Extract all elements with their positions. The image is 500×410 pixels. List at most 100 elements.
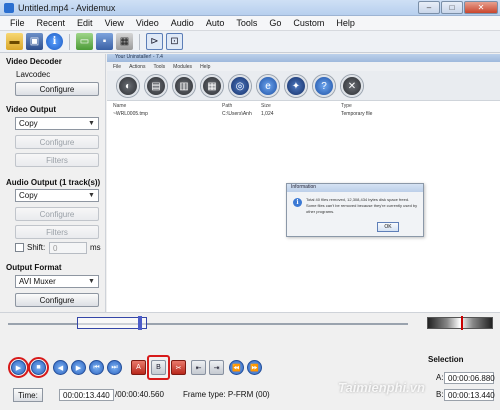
input-view-icon[interactable]: ⊳ bbox=[146, 33, 163, 50]
menu-auto[interactable]: Auto bbox=[200, 18, 231, 28]
column-size: Size bbox=[261, 103, 271, 109]
volume-meter bbox=[427, 317, 493, 329]
hunter-icon: ◐ bbox=[117, 75, 139, 97]
first-frame-icon[interactable]: ⏪ bbox=[229, 360, 244, 375]
window-controls: – □ ✕ bbox=[418, 1, 498, 14]
file-row-name: ~WRL0005.tmp bbox=[113, 111, 148, 117]
chevron-down-icon: ▼ bbox=[88, 120, 95, 127]
last-frame-icon[interactable]: ⏩ bbox=[247, 360, 262, 375]
menu-go[interactable]: Go bbox=[263, 18, 287, 28]
open-video-icon[interactable]: ▭ bbox=[76, 33, 93, 50]
shift-unit: ms bbox=[90, 243, 101, 252]
calculator-icon[interactable]: ▦ bbox=[116, 33, 133, 50]
video-decoder-value: Lavcodec bbox=[16, 70, 51, 79]
chevron-down-icon: ▼ bbox=[88, 278, 95, 285]
menu-recent[interactable]: Recent bbox=[31, 18, 72, 28]
help-icon: ? bbox=[313, 75, 335, 97]
chevron-down-icon: ▼ bbox=[88, 192, 95, 199]
output-format-select[interactable]: AVI Muxer ▼ bbox=[15, 275, 99, 288]
output-format-title: Output Format bbox=[6, 263, 62, 272]
dialog-title: Information bbox=[287, 184, 423, 192]
audio-filters-button[interactable]: Filters bbox=[15, 225, 99, 239]
menu-video[interactable]: Video bbox=[130, 18, 165, 28]
video-output-select[interactable]: Copy ▼ bbox=[15, 117, 99, 130]
menu-file[interactable]: File bbox=[4, 18, 31, 28]
audio-output-select[interactable]: Copy ▼ bbox=[15, 189, 99, 202]
video-output-configure-button[interactable]: Configure bbox=[15, 135, 99, 149]
marker-a-button[interactable]: A bbox=[131, 360, 146, 375]
close-button[interactable]: ✕ bbox=[464, 1, 498, 14]
file-row-type: Temporary file bbox=[341, 111, 373, 117]
time-button[interactable]: Time: bbox=[13, 388, 43, 402]
embedded-menu: File Actions Tools Modules Help bbox=[107, 62, 500, 71]
previous-keyframe-icon[interactable]: ⏮ bbox=[89, 360, 104, 375]
shift-checkbox[interactable] bbox=[15, 243, 24, 252]
selection-range bbox=[77, 317, 147, 329]
stop-highlight bbox=[28, 357, 49, 378]
timeline-track[interactable] bbox=[8, 323, 408, 325]
tools-icon: ▦ bbox=[201, 75, 223, 97]
toolbar-separator bbox=[69, 33, 70, 50]
cut-icon[interactable]: ✂ bbox=[171, 360, 186, 375]
go-to-marker-a-icon[interactable]: ⇤ bbox=[191, 360, 206, 375]
column-type: Type bbox=[341, 103, 352, 109]
options-icon: ◎ bbox=[229, 75, 251, 97]
information-dialog: Information i Total 40 files removed, 12… bbox=[286, 183, 424, 237]
selection-a-label: A: bbox=[436, 373, 444, 382]
info-icon: i bbox=[293, 198, 302, 207]
audio-output-configure-button[interactable]: Configure bbox=[15, 207, 99, 221]
menu-bar: File Recent Edit View Video Audio Auto T… bbox=[0, 16, 500, 31]
menu-audio[interactable]: Audio bbox=[165, 18, 200, 28]
marker-b-highlight bbox=[147, 355, 170, 380]
column-name: Name bbox=[113, 103, 127, 109]
selection-a-value: 00:00:06.880 bbox=[444, 372, 495, 384]
maximize-button[interactable]: □ bbox=[441, 1, 463, 14]
menu-edit[interactable]: Edit bbox=[71, 18, 99, 28]
dialog-ok-button: OK bbox=[377, 222, 399, 232]
toolbar-separator bbox=[139, 33, 140, 50]
current-time-field[interactable]: 00:00:13.440 bbox=[59, 389, 114, 401]
selection-title: Selection bbox=[428, 355, 464, 364]
video-output-selected: Copy bbox=[19, 119, 38, 128]
selection-b-value: 00:00:13.440 bbox=[444, 389, 495, 401]
menu-help[interactable]: Help bbox=[330, 18, 361, 28]
exit-icon: ✕ bbox=[341, 75, 363, 97]
next-frame-icon[interactable]: ▶ bbox=[71, 360, 86, 375]
menu-custom[interactable]: Custom bbox=[287, 18, 330, 28]
info-icon[interactable]: i bbox=[46, 33, 63, 50]
shift-label: Shift: bbox=[27, 243, 46, 252]
embedded-window-title: Your Uninstaller! - 7.4 bbox=[107, 54, 500, 62]
disk-cleaner-icon: ▤ bbox=[145, 75, 167, 97]
embedded-menu-modules: Modules bbox=[173, 63, 193, 70]
previous-frame-icon[interactable]: ◀ bbox=[53, 360, 68, 375]
file-row-path: C:\Users\Anh bbox=[222, 111, 252, 117]
volume-meter-mark bbox=[461, 316, 463, 330]
open-folder-icon[interactable]: ▬ bbox=[6, 33, 23, 50]
timeline bbox=[0, 312, 500, 342]
shift-spinbox[interactable]: 0 bbox=[49, 242, 87, 254]
video-decoder-configure-button[interactable]: Configure bbox=[15, 82, 99, 96]
output-format-configure-button[interactable]: Configure bbox=[15, 293, 99, 307]
column-path: Path bbox=[222, 103, 233, 109]
next-keyframe-icon[interactable]: ⏭ bbox=[107, 360, 122, 375]
window-title: Untitled.mp4 - Avidemux bbox=[18, 3, 116, 13]
video-filters-button[interactable]: Filters bbox=[15, 153, 99, 167]
embedded-menu-help: Help bbox=[200, 63, 211, 70]
file-row-size: 1,024 bbox=[261, 111, 274, 117]
save-video-icon[interactable]: ▪ bbox=[96, 33, 113, 50]
avidemux-app-icon bbox=[4, 3, 14, 13]
audio-output-selected: Copy bbox=[19, 191, 38, 200]
save-disk-icon[interactable]: ▣ bbox=[26, 33, 43, 50]
playback-controls: ▶ ■ ◀ ▶ ⏮ ⏭ A B ✂ ⇤ ⇥ ⏪ ⏩ Time: 00:00:13… bbox=[0, 342, 500, 410]
menu-view[interactable]: View bbox=[99, 18, 130, 28]
timeline-cursor[interactable] bbox=[138, 316, 142, 330]
watermark: Taimienphi.vn bbox=[338, 380, 425, 395]
output-view-icon[interactable]: ⊡ bbox=[166, 33, 183, 50]
go-to-marker-b-icon[interactable]: ⇥ bbox=[209, 360, 224, 375]
dialog-message: Total 40 files removed, 12,308,434 bytes… bbox=[306, 197, 418, 214]
audio-output-title: Audio Output (1 track(s)) bbox=[6, 178, 101, 187]
embedded-menu-tools: Tools bbox=[153, 63, 166, 70]
embedded-menu-file: File bbox=[113, 63, 122, 70]
menu-tools[interactable]: Tools bbox=[230, 18, 263, 28]
minimize-button[interactable]: – bbox=[418, 1, 440, 14]
